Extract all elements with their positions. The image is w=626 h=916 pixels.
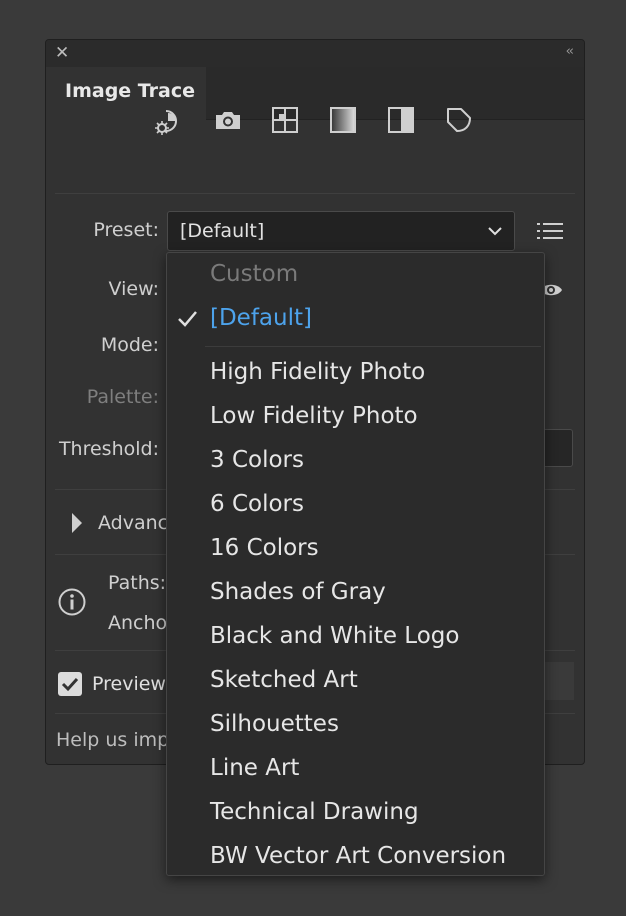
black-and-white-icon[interactable] bbox=[384, 103, 418, 137]
outline-shape-icon[interactable] bbox=[442, 103, 476, 137]
checkmark-icon bbox=[178, 311, 197, 327]
menu-item-custom: Custom bbox=[210, 261, 299, 287]
mode-label: Mode: bbox=[100, 334, 159, 356]
threshold-label: Threshold: bbox=[58, 438, 159, 460]
menu-item-16-colors[interactable]: 16 Colors bbox=[167, 529, 544, 571]
menu-item-low-fidelity-photo[interactable]: Low Fidelity Photo bbox=[167, 397, 544, 439]
preview-label[interactable]: Preview bbox=[92, 673, 166, 695]
high-color-camera-icon[interactable] bbox=[211, 103, 245, 137]
disclosure-triangle-icon[interactable] bbox=[72, 513, 82, 533]
menu-item-shades-of-gray[interactable]: Shades of Gray bbox=[167, 573, 544, 615]
help-text[interactable]: Help us imp bbox=[56, 729, 169, 751]
divider bbox=[55, 193, 575, 194]
palette-label: Palette: bbox=[86, 386, 159, 408]
trace-button-area[interactable] bbox=[545, 662, 574, 700]
menu-item-bw-vector-art-conversion[interactable]: BW Vector Art Conversion bbox=[167, 837, 544, 879]
menu-item-sketched-art[interactable]: Sketched Art bbox=[167, 661, 544, 703]
preset-value: [Default] bbox=[180, 220, 265, 242]
menu-item-3-colors[interactable]: 3 Colors bbox=[167, 441, 544, 483]
preset-manager-list-icon[interactable] bbox=[535, 219, 565, 243]
grayscale-gradient-icon[interactable] bbox=[326, 103, 360, 137]
menu-item-6-colors[interactable]: 6 Colors bbox=[167, 485, 544, 527]
menu-item-high-fidelity-photo[interactable]: High Fidelity Photo bbox=[167, 353, 544, 395]
tab-label: Image Trace bbox=[65, 80, 196, 102]
close-icon[interactable]: ✕ bbox=[55, 43, 69, 63]
advanced-label[interactable]: Advanc bbox=[98, 512, 168, 534]
collapse-panel-icon[interactable]: ‹‹ bbox=[566, 44, 575, 59]
info-icon bbox=[58, 588, 86, 616]
checkmark-icon bbox=[61, 677, 79, 692]
tab-bar: Image Trace bbox=[46, 67, 584, 121]
menu-item-black-and-white-logo[interactable]: Black and White Logo bbox=[167, 617, 544, 659]
menu-item-default[interactable]: [Default] bbox=[167, 299, 544, 341]
menu-item-line-art[interactable]: Line Art bbox=[167, 749, 544, 791]
preview-checkbox[interactable] bbox=[58, 672, 82, 696]
auto-color-icon[interactable] bbox=[152, 103, 186, 137]
preset-select[interactable]: [Default] bbox=[167, 211, 515, 251]
low-color-grid-icon[interactable] bbox=[268, 103, 302, 137]
panel-titlebar: ✕ ‹‹ bbox=[46, 40, 584, 67]
preset-dropdown-menu: Custom [Default] High Fidelity Photo Low… bbox=[166, 252, 545, 876]
anchors-label: Ancho bbox=[108, 612, 168, 634]
paths-label: Paths: bbox=[108, 572, 167, 594]
chevron-down-icon bbox=[488, 227, 502, 236]
menu-separator bbox=[205, 346, 541, 347]
view-label: View: bbox=[108, 278, 159, 300]
menu-item-silhouettes[interactable]: Silhouettes bbox=[167, 705, 544, 747]
menu-item-technical-drawing[interactable]: Technical Drawing bbox=[167, 793, 544, 835]
preset-label: Preset: bbox=[93, 219, 159, 241]
